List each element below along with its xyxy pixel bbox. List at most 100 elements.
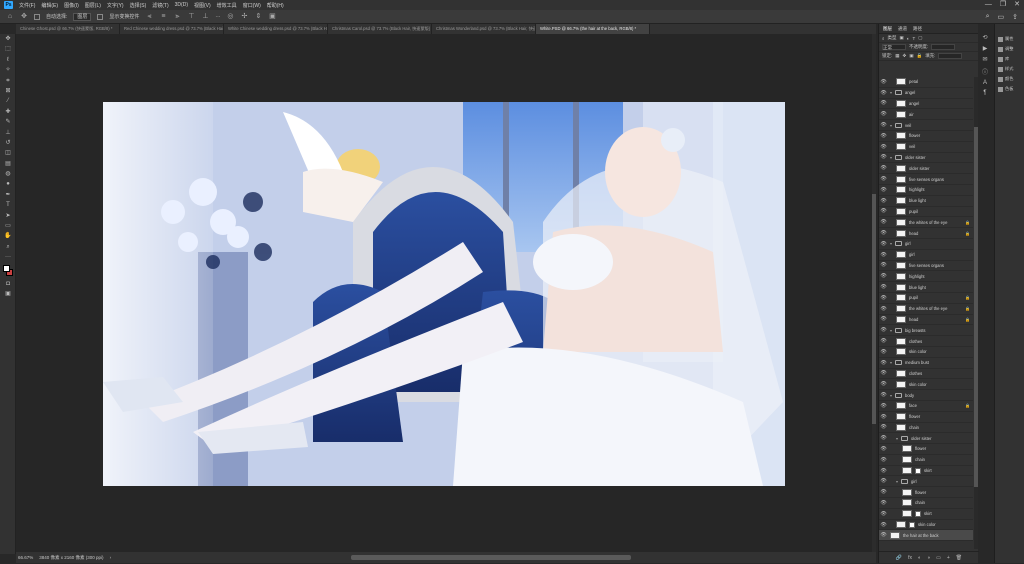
filter-adjust-icon[interactable]: ◐ [907,36,910,41]
visibility-eye-icon[interactable]: 👁 [879,208,888,214]
zoom-tool-icon[interactable]: ⌕ [0,242,16,252]
new-layer-icon[interactable]: + [947,552,950,563]
eraser-tool-icon[interactable]: ◫ [0,148,16,158]
share-icon[interactable]: ⇪ [1012,13,1018,21]
menu-layer[interactable]: 图层(L) [85,2,101,9]
clone-stamp-icon[interactable]: ⊥ [0,128,16,138]
magic-wand-icon[interactable]: ✧ [0,65,16,75]
visibility-eye-icon[interactable]: 👁 [879,446,888,452]
move-tool-icon[interactable]: ✥ [0,34,16,44]
tab-document-active[interactable]: White.PSD @ 66.7% (the hair at the back,… [536,24,650,34]
visibility-eye-icon[interactable]: 👁 [879,273,888,279]
frame-tool-icon[interactable]: ⊠ [0,86,16,96]
layer-row[interactable]: 👁 the whites of the eye 🔒 [879,304,973,315]
visibility-eye-icon[interactable]: 👁 [879,154,888,160]
crop-tool-icon[interactable]: ⌗ [0,76,16,86]
close-icon[interactable]: ✕ [1014,0,1020,10]
opacity-input[interactable] [931,44,956,50]
more-tools-icon[interactable]: ··· [0,252,16,262]
layer-mask-thumbnail[interactable] [909,521,915,528]
layer-row[interactable]: 👁 veil [879,142,973,153]
color-panel-button[interactable]: 颜色 [995,74,1024,84]
filter-pixel-icon[interactable]: ▣ [900,35,904,41]
visibility-eye-icon[interactable]: 👁 [879,187,888,193]
layer-row[interactable]: 👁 petal [879,77,973,88]
lock-artboard-icon[interactable]: ▣ [909,53,913,59]
layer-row[interactable]: 👁 pupil 🔒 [879,293,973,304]
paragraph-icon[interactable]: ¶ [983,90,986,96]
home-icon[interactable]: ⌂ [6,13,14,21]
link-layers-icon[interactable]: 🔗 [896,552,902,563]
layer-group-row[interactable]: 👁 ▾ body [879,390,973,401]
layer-row[interactable]: 👁 angel [879,99,973,110]
type-tool-icon[interactable]: T [0,200,16,210]
layer-group-row[interactable]: 👁 ▾ big breasts [879,325,973,337]
layer-row[interactable]: 👁 chain [879,498,973,509]
visibility-eye-icon[interactable]: 👁 [879,500,888,506]
visibility-eye-icon[interactable]: 👁 [879,198,888,204]
layer-row[interactable]: 👁 clothes [879,336,973,347]
history-brush-icon[interactable]: ↺ [0,138,16,148]
layer-row[interactable]: 👁 skin color [879,347,973,358]
blur-tool-icon[interactable]: ◍ [0,169,16,179]
visibility-eye-icon[interactable]: 👁 [879,338,888,344]
swatches-panel-button[interactable]: 色板 [995,84,1024,94]
visibility-eye-icon[interactable]: 👁 [879,165,888,171]
move-tool-icon[interactable]: ✥ [20,13,28,21]
auto-select-checkbox[interactable] [34,13,40,20]
layer-group-row[interactable]: 👁 ▾ veil [879,120,973,131]
quick-mask-icon[interactable]: ◘ [0,279,16,289]
visibility-eye-icon[interactable]: 👁 [879,327,888,333]
visibility-eye-icon[interactable]: 👁 [879,144,888,150]
new-group-icon[interactable]: ▭ [936,552,941,563]
visibility-eye-icon[interactable]: 👁 [879,90,888,96]
workspace-icon[interactable]: ▭ [998,13,1005,21]
tab-document[interactable]: White Chinese wedding dress.psd @ 73.7% … [224,24,328,34]
add-mask-icon[interactable]: ◐ [918,552,921,563]
visibility-eye-icon[interactable]: 👁 [879,79,888,85]
visibility-eye-icon[interactable]: 👁 [879,316,888,322]
layer-row[interactable]: 👁 chain [879,423,973,434]
layer-row[interactable]: 👁 girl [879,250,973,261]
layer-row[interactable]: 👁 pupil [879,207,973,218]
visibility-eye-icon[interactable]: 👁 [879,176,888,182]
visibility-eye-icon[interactable]: 👁 [879,522,888,528]
canvas-horizontal-scrollbar[interactable] [351,555,631,560]
tab-document[interactable]: Christmas Wonderland.psd @ 73.7% (Black … [432,24,536,34]
filter-shape-icon[interactable]: ▢ [918,35,922,41]
path-selection-icon[interactable]: ➤ [0,211,16,221]
brush-tool-icon[interactable]: ✎ [0,117,16,127]
visibility-eye-icon[interactable]: 👁 [879,133,888,139]
gradient-tool-icon[interactable]: ▤ [0,159,16,169]
visibility-eye-icon[interactable]: 👁 [879,252,888,258]
layer-row[interactable]: 👁 blue light [879,282,973,293]
layers-scrollbar[interactable] [974,77,978,549]
layer-row[interactable]: 👁 head 🔒 [879,315,973,326]
menu-window[interactable]: 窗口(W) [243,2,261,9]
comments-icon[interactable]: ✉ [982,56,987,63]
eyedropper-icon[interactable]: ⁄ [0,96,16,106]
3d-orbit-icon[interactable]: ◎ [226,13,234,21]
info-icon[interactable]: ⓘ [982,67,988,76]
adjustment-layer-icon[interactable]: ◑ [927,552,930,563]
visibility-eye-icon[interactable]: 👁 [879,511,888,517]
visibility-eye-icon[interactable]: 👁 [879,403,888,409]
visibility-eye-icon[interactable]: 👁 [879,424,888,430]
visibility-eye-icon[interactable]: 👁 [879,241,888,247]
align-top-icon[interactable]: ⊤ [187,13,195,21]
layer-group-row[interactable]: 👁 ▾ girl [879,476,973,488]
layer-row[interactable]: 👁 air [879,109,973,121]
lock-pixels-icon[interactable]: ▦ [895,53,899,59]
tab-paths[interactable]: 路径 [913,24,922,33]
layer-group-row[interactable]: 👁 ▾ older sister [879,433,973,445]
canvas-area[interactable] [16,34,876,552]
tab-document[interactable]: Christmas Carol.psd @ 73.7% (Black Hair,… [328,24,432,34]
layer-kind-filter[interactable]: 类型 [888,35,897,41]
layer-row[interactable]: 👁 skirt [879,509,973,520]
layer-mask-thumbnail[interactable] [915,467,921,474]
visibility-eye-icon[interactable]: 👁 [879,349,888,355]
status-arrow-icon[interactable]: › [110,555,112,560]
layer-row[interactable]: 👁 highlight [879,271,973,283]
visibility-eye-icon[interactable]: 👁 [879,219,888,225]
3d-pan-icon[interactable]: ✢ [240,13,248,21]
